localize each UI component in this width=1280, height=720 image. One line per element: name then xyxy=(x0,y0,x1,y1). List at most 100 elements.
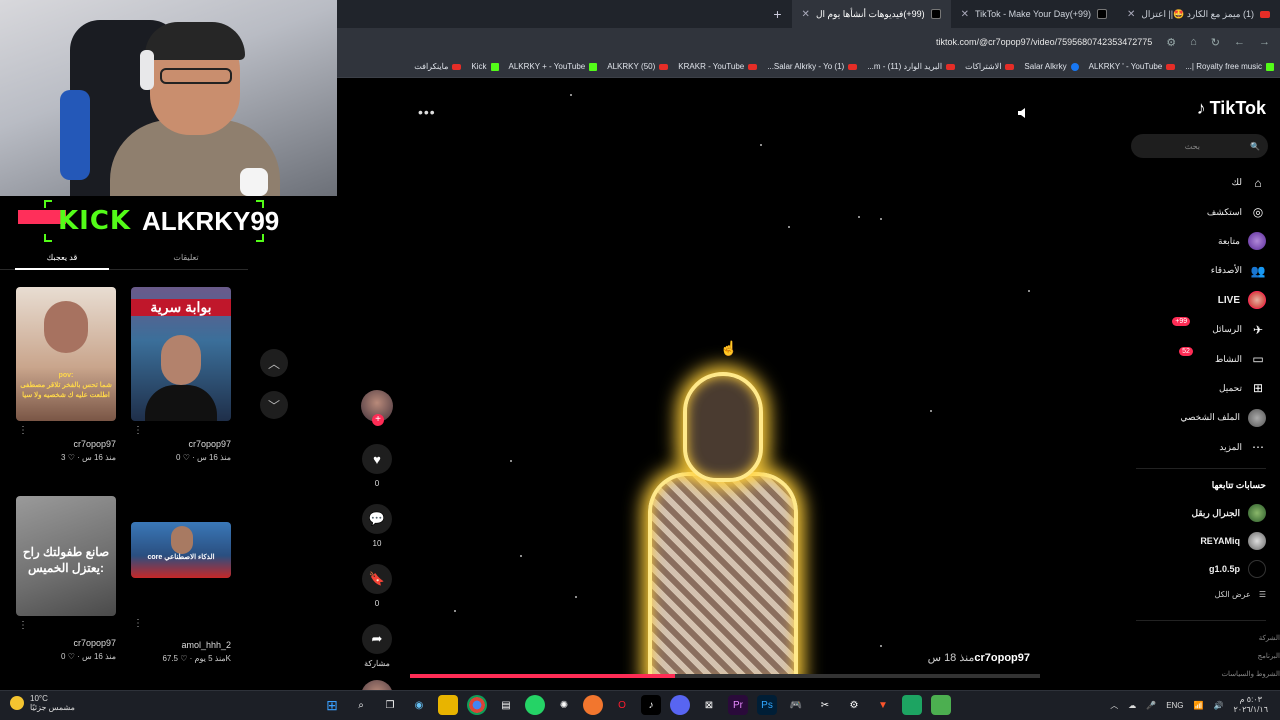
bookmark[interactable]: (1) Salar Alkrky - Yo... xyxy=(767,62,858,71)
search-box[interactable]: 🔍 بحث xyxy=(1131,134,1268,158)
search-icon[interactable]: ⌕ xyxy=(351,695,371,715)
sidebar-item-live[interactable]: LIVE xyxy=(1146,286,1266,315)
notepad-icon[interactable]: ▤ xyxy=(496,695,516,715)
home-icon[interactable]: ⌂ xyxy=(1190,36,1197,48)
more-icon[interactable]: ⋮ xyxy=(18,620,28,631)
photoshop-icon[interactable]: Ps xyxy=(757,695,777,715)
creator-avatar[interactable]: + xyxy=(361,390,393,426)
bookmark[interactable]: (50) ALKRKY xyxy=(607,62,669,71)
video-progress-bar[interactable] xyxy=(410,674,1040,678)
footer-link[interactable]: البرنامج xyxy=(1221,648,1280,666)
card-author[interactable]: amol_hhh_2 xyxy=(131,640,231,650)
windows-start-icon[interactable]: ⊞ xyxy=(322,695,342,715)
following-account[interactable]: REYAMiq xyxy=(1200,532,1266,550)
sidebar-item-for-you[interactable]: ⌂ لك xyxy=(1146,168,1266,197)
whatsapp-icon[interactable] xyxy=(525,695,545,715)
card-author[interactable]: cr7opop97 xyxy=(131,439,231,449)
following-account[interactable]: g1.0.5p xyxy=(1209,560,1266,578)
video-thumbnail[interactable]: بوابة سرية xyxy=(131,287,231,421)
video-author[interactable]: cr7opop97 xyxy=(974,652,1030,664)
previous-video-button[interactable]: ︿ xyxy=(260,349,288,377)
chrome-icon[interactable] xyxy=(467,695,487,715)
see-all-link[interactable]: ☰ عرض الكل xyxy=(1215,590,1266,599)
task-view-icon[interactable]: ❐ xyxy=(380,695,400,715)
tiktok-app-icon[interactable]: ♪ xyxy=(641,695,661,715)
video-card[interactable]: بوابة سرية ⋮ cr7opop97 منذ 16 س · ♡ 0 xyxy=(131,287,231,462)
browser-tab-active[interactable]: (99+)فيديوهات أنشأها يوم ال ✕ xyxy=(791,0,951,28)
bookmark[interactable]: ماينكرافت xyxy=(414,62,462,71)
next-video-button[interactable]: ﹀ xyxy=(260,391,288,419)
following-account[interactable]: الجنرال ربقل xyxy=(1192,504,1266,522)
card-author[interactable]: cr7opop97 xyxy=(16,638,116,648)
volume-icon[interactable]: 🔊 xyxy=(1214,701,1224,710)
save-action[interactable]: 🔖 0 xyxy=(358,564,396,608)
opera-icon[interactable]: O xyxy=(612,695,632,715)
bookmark[interactable]: الاشتراكات xyxy=(965,62,1015,71)
search-icon[interactable]: 🔍 xyxy=(1250,142,1260,151)
browser-tab[interactable]: (1) ميمز مع الكارد 🤩|| اعتزال ✕ xyxy=(1117,0,1280,28)
capcut-icon[interactable]: ⊠ xyxy=(699,695,719,715)
follow-plus-icon[interactable]: + xyxy=(372,414,384,426)
weather-widget[interactable]: 10°C مشمس جزئيًا xyxy=(10,694,75,712)
sidebar-item-messages[interactable]: ✈ الرسائل 99+ xyxy=(1146,315,1266,344)
heart-icon[interactable]: ♥ xyxy=(362,444,392,474)
firefox-icon[interactable] xyxy=(583,695,603,715)
bookmark-icon[interactable]: 🔖 xyxy=(362,564,392,594)
close-tab-icon[interactable]: ✕ xyxy=(802,9,810,20)
tiktok-logo[interactable]: ♪ TikTok xyxy=(1197,98,1266,119)
tab-comments[interactable]: تعليقات xyxy=(139,242,233,269)
sheets-icon[interactable] xyxy=(902,695,922,715)
sidebar-item-following[interactable]: متابعة xyxy=(1146,227,1266,256)
comment-icon[interactable]: 💬 xyxy=(362,504,392,534)
minecraft-icon[interactable] xyxy=(931,695,951,715)
sidebar-item-more[interactable]: ⋯ المزيد xyxy=(1146,433,1266,462)
bookmark[interactable]: Kick xyxy=(471,62,499,71)
tab-recommended[interactable]: قد يعجبك xyxy=(15,242,109,270)
cloud-icon[interactable]: ☁ xyxy=(1128,701,1136,710)
video-player[interactable]: cr7opop97منذ 18 س xyxy=(410,80,1040,678)
forward-icon[interactable]: → xyxy=(1259,36,1270,48)
more-icon[interactable]: ⋮ xyxy=(18,425,28,436)
bookmark[interactable]: ALKRKY + - YouTube xyxy=(509,62,598,71)
chatgpt-icon[interactable]: ✺ xyxy=(554,695,574,715)
bookmark[interactable]: البريد الوارد (11) - m... xyxy=(867,62,956,71)
sidebar-item-activity[interactable]: ▭ النشاط 52 xyxy=(1146,344,1266,373)
browser-tab[interactable]: (99+)TikTok - Make Your Day ✕ xyxy=(951,0,1117,28)
back-icon[interactable]: ← xyxy=(1234,36,1245,48)
close-tab-icon[interactable]: ✕ xyxy=(1127,9,1135,20)
video-options-button[interactable]: ••• xyxy=(418,104,436,120)
bookmark[interactable]: Salar Alkrky xyxy=(1024,62,1079,71)
sidebar-item-profile[interactable]: الملف الشخصي xyxy=(1146,403,1266,432)
capcut-alt-icon[interactable]: ✂ xyxy=(815,695,835,715)
file-explorer-icon[interactable] xyxy=(438,695,458,715)
sidebar-item-upload[interactable]: ⊞ تحميل xyxy=(1146,374,1266,403)
sidebar-item-friends[interactable]: 👥 الأصدقاء xyxy=(1146,256,1266,285)
share-icon[interactable]: ➦ xyxy=(362,624,392,654)
card-author[interactable]: cr7opop97 xyxy=(16,439,116,449)
footer-link[interactable]: الشروط والسياسات xyxy=(1221,666,1280,684)
more-icon[interactable]: ⋮ xyxy=(133,425,143,436)
steam-icon[interactable]: ◉ xyxy=(409,695,429,715)
mic-icon[interactable]: 🎤 xyxy=(1146,701,1156,710)
sidebar-item-explore[interactable]: ◎ استكشف xyxy=(1146,197,1266,226)
volume-icon[interactable] xyxy=(1016,106,1030,120)
discord-icon[interactable] xyxy=(670,695,690,715)
bookmark[interactable]: ALKRKY ' - YouTube xyxy=(1089,62,1176,71)
video-thumbnail[interactable]: صانع طفولتك راح يعتزل الخميس: xyxy=(16,496,116,616)
premiere-icon[interactable]: Pr xyxy=(728,695,748,715)
video-card[interactable]: pov: شما تحس بالفخر تلاقر مصطفى اطلعت عل… xyxy=(16,287,116,462)
settings-icon[interactable]: ⚙ xyxy=(1166,36,1176,49)
settings-icon[interactable]: ⚙ xyxy=(844,695,864,715)
clock[interactable]: ٥:٠٣ م ٢٠٢٦/١/١٦ xyxy=(1233,695,1268,715)
gamepad-icon[interactable]: 🎮 xyxy=(786,695,806,715)
footer-link[interactable]: الشركة xyxy=(1221,630,1280,648)
video-thumbnail[interactable]: pov: شما تحس بالفخر تلاقر مصطفى اطلعت عل… xyxy=(16,287,116,421)
wifi-icon[interactable]: 📶 xyxy=(1194,701,1204,710)
bookmark[interactable]: Royalty free music |... xyxy=(1185,62,1274,71)
like-action[interactable]: ♥ 0 xyxy=(358,444,396,488)
close-tab-icon[interactable]: ✕ xyxy=(961,9,969,20)
reload-icon[interactable]: ↻ xyxy=(1211,36,1220,49)
lang-indicator[interactable]: ENG xyxy=(1166,701,1183,710)
video-card[interactable]: صانع طفولتك راح يعتزل الخميس: ⋮ cr7opop9… xyxy=(16,496,116,661)
new-tab-button[interactable]: + xyxy=(763,6,791,22)
